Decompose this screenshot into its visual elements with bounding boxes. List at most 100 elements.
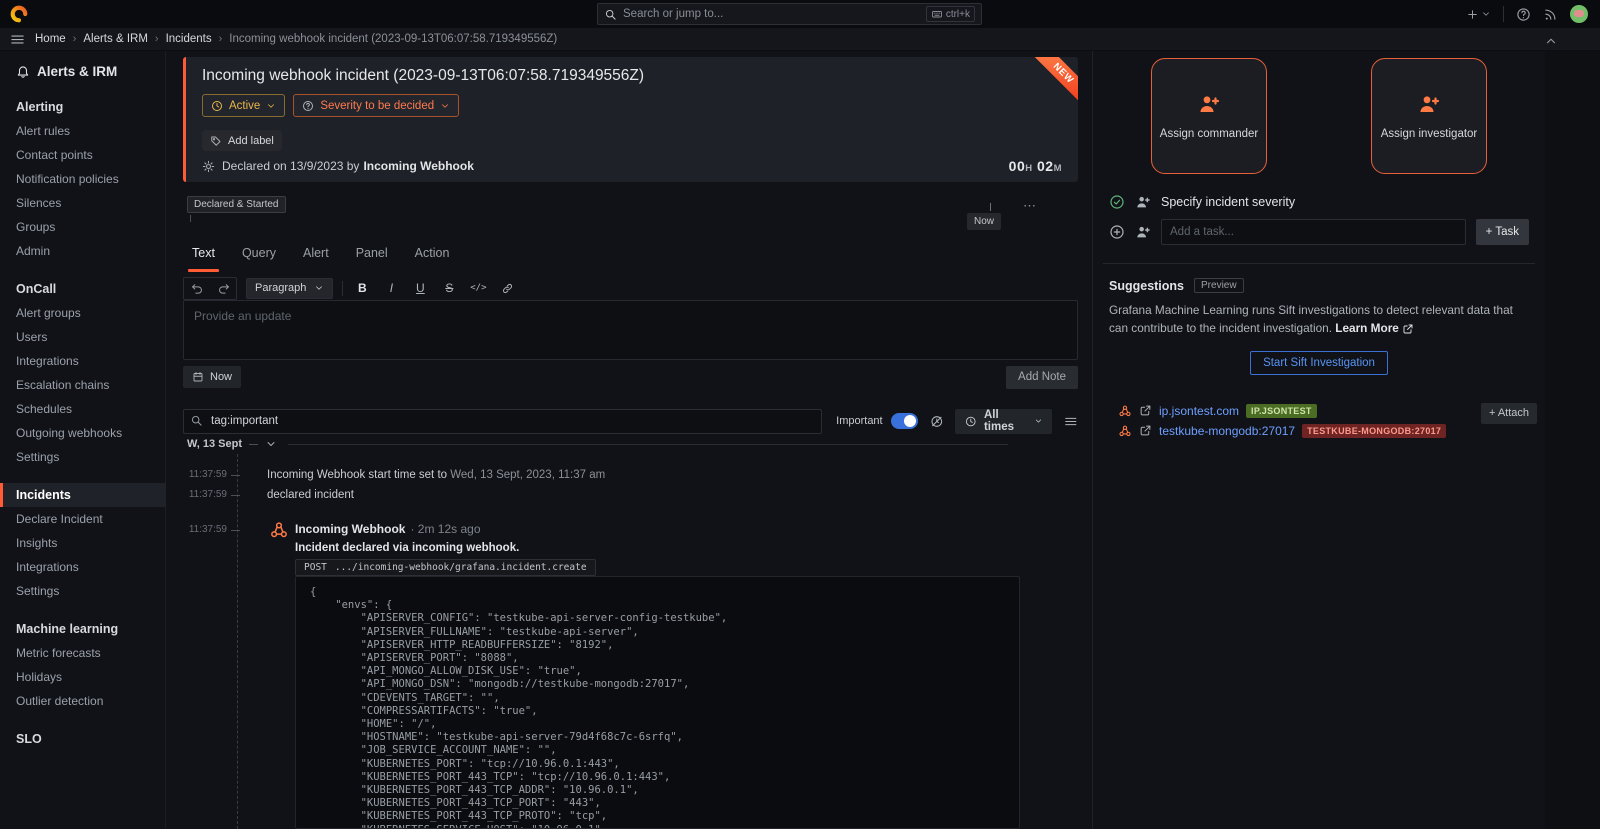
timeline-more-dots[interactable]: ⋯ [1023, 198, 1038, 214]
task-add-row: + Task [1099, 219, 1539, 245]
composer-footer: Now Add Note [183, 365, 1078, 389]
entry-time-ago: · 2m 12s ago [410, 522, 480, 536]
attachment-link[interactable]: ip.jsontest.com [1159, 404, 1239, 418]
plus-circle-icon[interactable] [1109, 224, 1125, 240]
check-circle-icon[interactable] [1109, 194, 1125, 210]
search-input[interactable] [623, 8, 920, 20]
link-button[interactable] [497, 278, 517, 298]
sidebar-item-groups[interactable]: Groups [16, 215, 165, 239]
sidebar-item-metric-forecasts[interactable]: Metric forecasts [16, 641, 165, 665]
help-icon[interactable] [1516, 7, 1531, 22]
sidebar-item-contact-points[interactable]: Contact points [16, 143, 165, 167]
mega-menu-icon[interactable] [10, 32, 25, 47]
gear-icon[interactable] [202, 160, 215, 173]
sidebar-item-settings-incidents[interactable]: Settings [16, 579, 165, 603]
tab-action[interactable]: Action [415, 246, 450, 272]
collapse-chevron-up-icon[interactable] [1544, 32, 1558, 50]
sidebar-item-outlier-detection[interactable]: Outlier detection [16, 689, 165, 713]
timeline-menu-icon[interactable] [1064, 414, 1078, 429]
paragraph-style-dropdown[interactable]: Paragraph [246, 278, 333, 299]
external-link-icon[interactable] [1139, 424, 1152, 437]
tab-alert[interactable]: Alert [303, 246, 329, 272]
important-toggle[interactable] [891, 413, 918, 429]
sidebar-item-users[interactable]: Users [16, 325, 165, 349]
sidebar-item-alert-rules[interactable]: Alert rules [16, 119, 165, 143]
clock-strikethrough-icon[interactable] [930, 414, 944, 429]
breadcrumb-incidents[interactable]: Incidents [166, 33, 212, 45]
breadcrumb-home[interactable]: Home [35, 33, 66, 45]
tab-text[interactable]: Text [192, 246, 215, 272]
undo-button[interactable] [184, 278, 210, 299]
sidebar-item-integrations-incidents[interactable]: Integrations [16, 555, 165, 579]
sidebar-item-alerting[interactable]: Alerting [16, 95, 165, 119]
grafana-logo-icon[interactable] [9, 4, 29, 24]
tab-query[interactable]: Query [242, 246, 276, 272]
underline-button[interactable]: U [410, 278, 430, 298]
sidebar-item-alert-groups[interactable]: Alert groups [16, 301, 165, 325]
sidebar-item-declare-incident[interactable]: Declare Incident [16, 507, 165, 531]
sidebar-item-notification-policies[interactable]: Notification policies [16, 167, 165, 191]
question-circle-icon [302, 100, 314, 112]
learn-more-link[interactable]: Learn More [1335, 321, 1399, 335]
task-label[interactable]: Specify incident severity [1161, 195, 1295, 209]
person-plus-icon[interactable] [1135, 194, 1151, 210]
assign-roles-row: Assign commander Assign investigator [1099, 58, 1539, 174]
link-icon [501, 282, 514, 295]
sidebar-item-slo[interactable]: SLO [16, 727, 165, 751]
sidebar-item-schedules[interactable]: Schedules [16, 397, 165, 421]
sidebar-item-admin[interactable]: Admin [16, 239, 165, 263]
timeline-search-input[interactable] [183, 409, 822, 434]
sidebar-item-oncall[interactable]: OnCall [16, 277, 165, 301]
sidebar-item-insights[interactable]: Insights [16, 531, 165, 555]
sidebar-item-settings-oncall[interactable]: Settings [16, 445, 165, 469]
sidebar-item-incidents-active[interactable]: Incidents [0, 483, 166, 507]
assign-investigator-button[interactable]: Assign investigator [1371, 58, 1487, 174]
add-note-button[interactable]: Add Note [1006, 366, 1078, 389]
news-rss-icon[interactable] [1543, 7, 1558, 22]
sidebar-item-holidays[interactable]: Holidays [16, 665, 165, 689]
timeline-ruler [237, 454, 238, 829]
italic-button[interactable]: I [381, 278, 401, 298]
add-label-button[interactable]: Add label [202, 130, 282, 151]
chevron-down-icon[interactable] [265, 438, 277, 450]
bold-button[interactable]: B [352, 278, 372, 298]
update-textarea[interactable] [184, 301, 1077, 359]
breadcrumb-alerts-irm[interactable]: Alerts & IRM [83, 33, 148, 45]
divider [1503, 6, 1504, 22]
sidebar-item-machine-learning[interactable]: Machine learning [16, 617, 165, 641]
sidebar-item-silences[interactable]: Silences [16, 191, 165, 215]
timestamp-picker-button[interactable]: Now [183, 366, 241, 388]
attachment-badge: IP.JSONTEST [1246, 404, 1317, 418]
attachment-link[interactable]: testkube-mongodb:27017 [1159, 424, 1295, 438]
status-dropdown[interactable]: Active [202, 94, 285, 117]
sidebar-item-escalation-chains[interactable]: Escalation chains [16, 373, 165, 397]
date-divider-line [288, 444, 1008, 445]
code-button[interactable]: </> [468, 278, 488, 298]
external-link-icon[interactable] [1139, 404, 1152, 417]
important-label: Important [836, 415, 882, 427]
breadcrumb-separator: › [155, 33, 159, 45]
person-plus-icon [1197, 92, 1221, 116]
severity-dropdown[interactable]: Severity to be decided [293, 94, 459, 117]
sidebar-item-outgoing-webhooks[interactable]: Outgoing webhooks [16, 421, 165, 445]
time-range-dropdown[interactable]: All times [955, 409, 1052, 434]
start-sift-investigation-button[interactable]: Start Sift Investigation [1250, 351, 1388, 375]
sidebar-title[interactable]: Alerts & IRM [16, 61, 165, 81]
redo-button[interactable] [210, 278, 236, 299]
add-button[interactable] [1466, 8, 1491, 21]
assign-commander-button[interactable]: Assign commander [1151, 58, 1267, 174]
add-task-input[interactable] [1161, 219, 1466, 245]
webhook-payload-codeblock[interactable]: { "envs": { "APISERVER_CONFIG": "testkub… [295, 576, 1020, 829]
strikethrough-button[interactable]: S [439, 278, 459, 298]
suggestions-title: Suggestions [1109, 279, 1184, 293]
sidebar-item-integrations-oncall[interactable]: Integrations [16, 349, 165, 373]
global-search[interactable]: ctrl+k [597, 3, 982, 25]
user-avatar[interactable] [1570, 5, 1588, 23]
clock-icon [211, 100, 223, 112]
attach-button[interactable]: + Attach [1481, 403, 1537, 424]
add-task-button[interactable]: + Task [1476, 219, 1529, 245]
sidebar-section-alerting: Alerting Alert rules Contact points Noti… [16, 95, 165, 263]
person-plus-icon[interactable] [1135, 224, 1151, 240]
timeline-feed: W, 13 Sept 11:37:59 Incoming Webhook sta… [183, 438, 1078, 829]
tab-panel[interactable]: Panel [356, 246, 388, 272]
